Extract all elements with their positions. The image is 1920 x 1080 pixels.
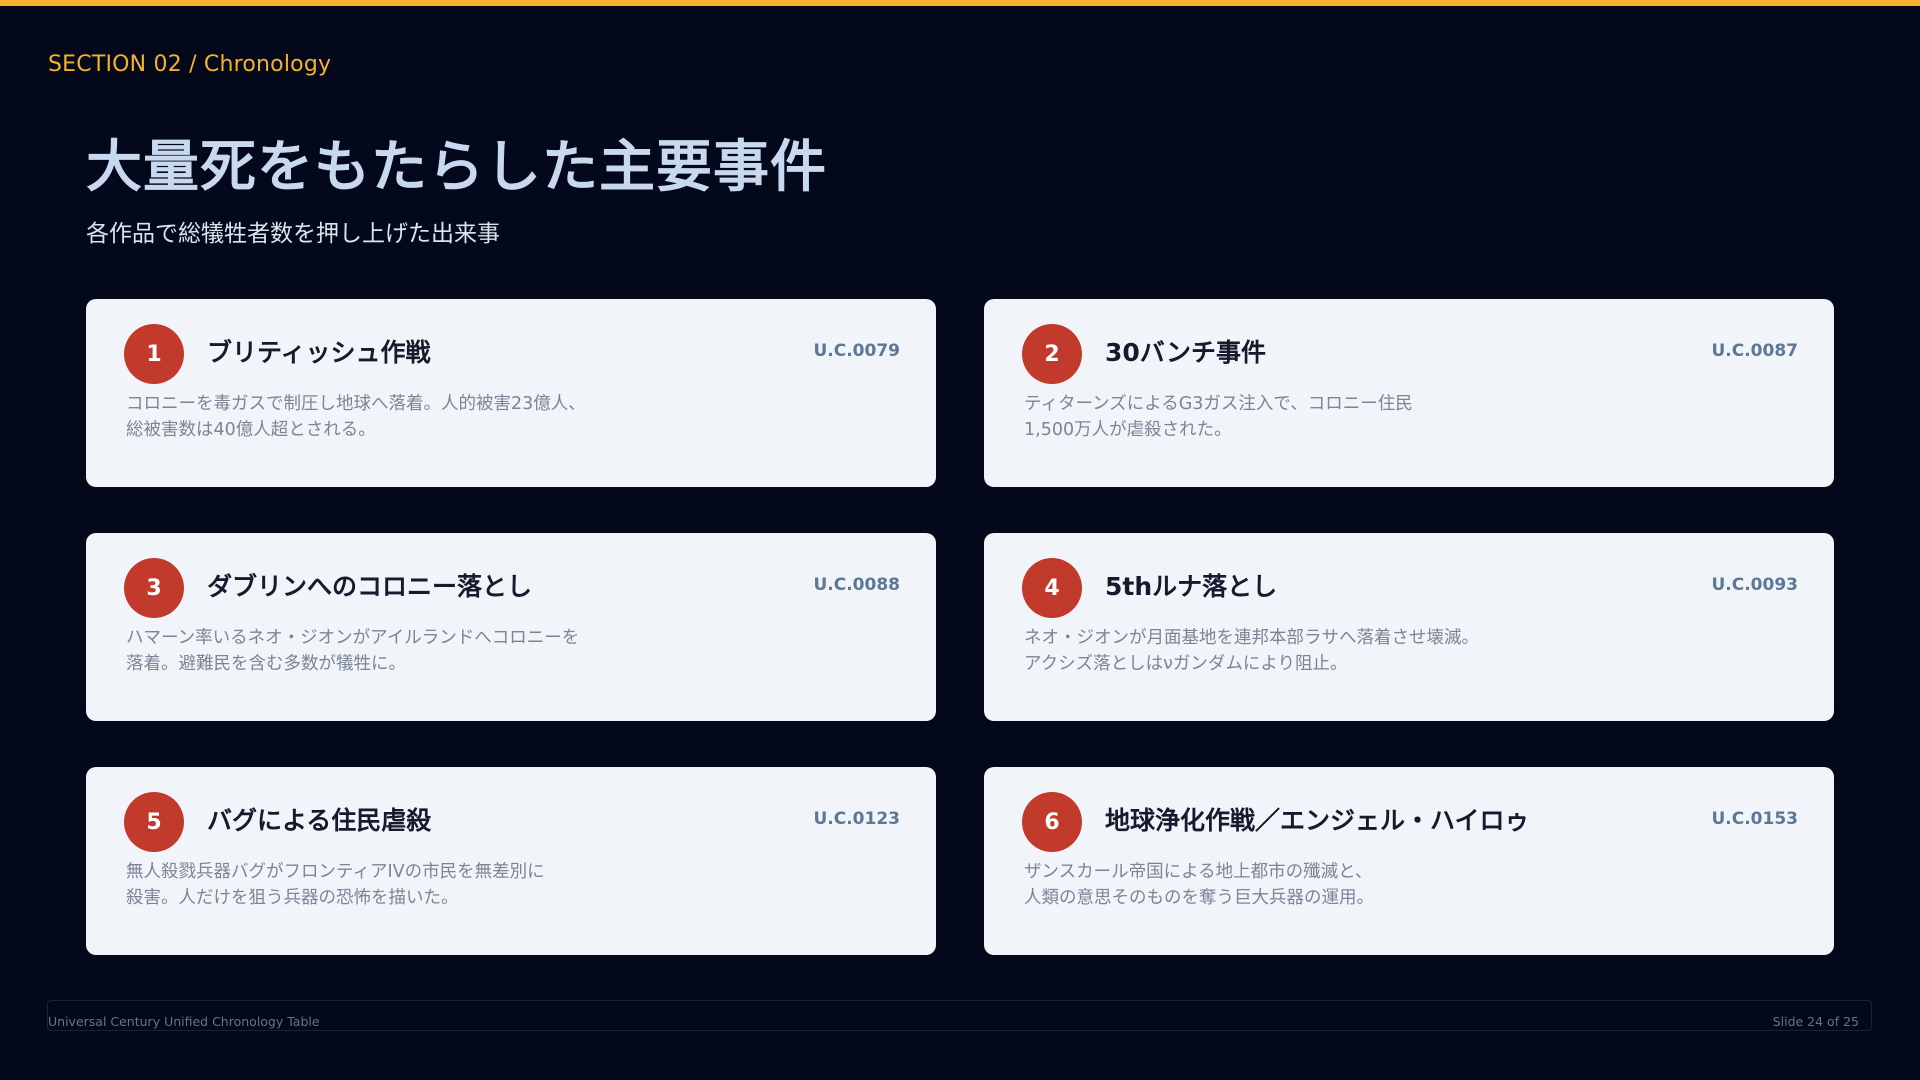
event-description-line: ネオ・ジオンが月面基地を連邦本部ラサへ落着させ壊滅。 [1024, 628, 1479, 648]
page-title: 大量死をもたらした主要事件 [86, 135, 827, 200]
event-card: 4 5thルナ落とし U.C.0093 ネオ・ジオンが月面基地を連邦本部ラサへ落… [984, 533, 1834, 721]
event-description-line: ハマーン率いるネオ・ジオンがアイルランドへコロニーを [126, 628, 580, 648]
event-date: U.C.0079 [813, 341, 900, 361]
event-description-line: 1,500万人が虐殺された。 [1024, 420, 1232, 440]
event-description-line: 落着。避難民を含む多数が犠牲に。 [126, 654, 406, 674]
event-title: バグによる住民虐殺 [207, 806, 432, 835]
top-accent-bar [0, 0, 1920, 6]
event-description-line: 無人殺戮兵器バグがフロンティアIVの市民を無差別に [126, 862, 545, 882]
event-grid: 1 ブリティッシュ作戦 U.C.0079 コロニーを毒ガスで制圧し地球へ落着。人… [86, 299, 1834, 955]
event-description: ネオ・ジオンが月面基地を連邦本部ラサへ落着させ壊滅。 アクシズ落としはνガンダム… [1024, 625, 1544, 677]
event-number-badge: 6 [1022, 792, 1082, 852]
event-description: ハマーン率いるネオ・ジオンがアイルランドへコロニーを 落着。避難民を含む多数が犠… [126, 625, 646, 677]
footer-title: Universal Century Unified Chronology Tab… [48, 1014, 320, 1029]
event-title: 5thルナ落とし [1105, 572, 1278, 601]
event-number-badge: 4 [1022, 558, 1082, 618]
event-number-badge: 1 [124, 324, 184, 384]
section-label: SECTION 02 / Chronology [48, 52, 332, 77]
event-title: 地球浄化作戦／エンジェル・ハイロゥ [1105, 806, 1530, 835]
event-card: 5 バグによる住民虐殺 U.C.0123 無人殺戮兵器バグがフロンティアIVの市… [86, 767, 936, 955]
event-number-badge: 5 [124, 792, 184, 852]
footer: Universal Century Unified Chronology Tab… [47, 1000, 1872, 1031]
page-subtitle: 各作品で総犠牲者数を押し上げた出来事 [86, 221, 500, 247]
event-description: ザンスカール帝国による地上都市の殲滅と、 人類の意思そのものを奪う巨大兵器の運用… [1024, 859, 1544, 911]
event-card: 3 ダブリンへのコロニー落とし U.C.0088 ハマーン率いるネオ・ジオンがア… [86, 533, 936, 721]
event-description: ティターンズによるG3ガス注入で、コロニー住民 1,500万人が虐殺された。 [1024, 391, 1544, 443]
event-number-badge: 3 [124, 558, 184, 618]
event-description-line: 総被害数は40億人超とされる。 [126, 420, 376, 440]
event-card: 6 地球浄化作戦／エンジェル・ハイロゥ U.C.0153 ザンスカール帝国による… [984, 767, 1834, 955]
event-description-line: 人類の意思そのものを奪う巨大兵器の運用。 [1024, 888, 1374, 908]
event-date: U.C.0087 [1711, 341, 1798, 361]
event-title: ダブリンへのコロニー落とし [207, 572, 533, 601]
event-card: 1 ブリティッシュ作戦 U.C.0079 コロニーを毒ガスで制圧し地球へ落着。人… [86, 299, 936, 487]
event-description-line: アクシズ落としはνガンダムにより阻止。 [1024, 654, 1348, 674]
event-date: U.C.0088 [813, 575, 900, 595]
slide-counter: Slide 24 of 25 [1772, 1014, 1859, 1029]
event-description: 無人殺戮兵器バグがフロンティアIVの市民を無差別に 殺害。人だけを狙う兵器の恐怖… [126, 859, 646, 911]
event-card: 2 30バンチ事件 U.C.0087 ティターンズによるG3ガス注入で、コロニー… [984, 299, 1834, 487]
event-description-line: ティターンズによるG3ガス注入で、コロニー住民 [1024, 394, 1413, 414]
event-description-line: コロニーを毒ガスで制圧し地球へ落着。人的被害23億人、 [126, 394, 586, 414]
event-title: ブリティッシュ作戦 [207, 338, 431, 367]
event-description: コロニーを毒ガスで制圧し地球へ落着。人的被害23億人、 総被害数は40億人超とさ… [126, 391, 646, 443]
event-description-line: ザンスカール帝国による地上都市の殲滅と、 [1024, 862, 1373, 882]
event-number-badge: 2 [1022, 324, 1082, 384]
event-date: U.C.0153 [1711, 809, 1798, 829]
event-date: U.C.0093 [1711, 575, 1798, 595]
event-date: U.C.0123 [813, 809, 900, 829]
event-title: 30バンチ事件 [1105, 338, 1267, 367]
event-description-line: 殺害。人だけを狙う兵器の恐怖を描いた。 [126, 888, 459, 908]
